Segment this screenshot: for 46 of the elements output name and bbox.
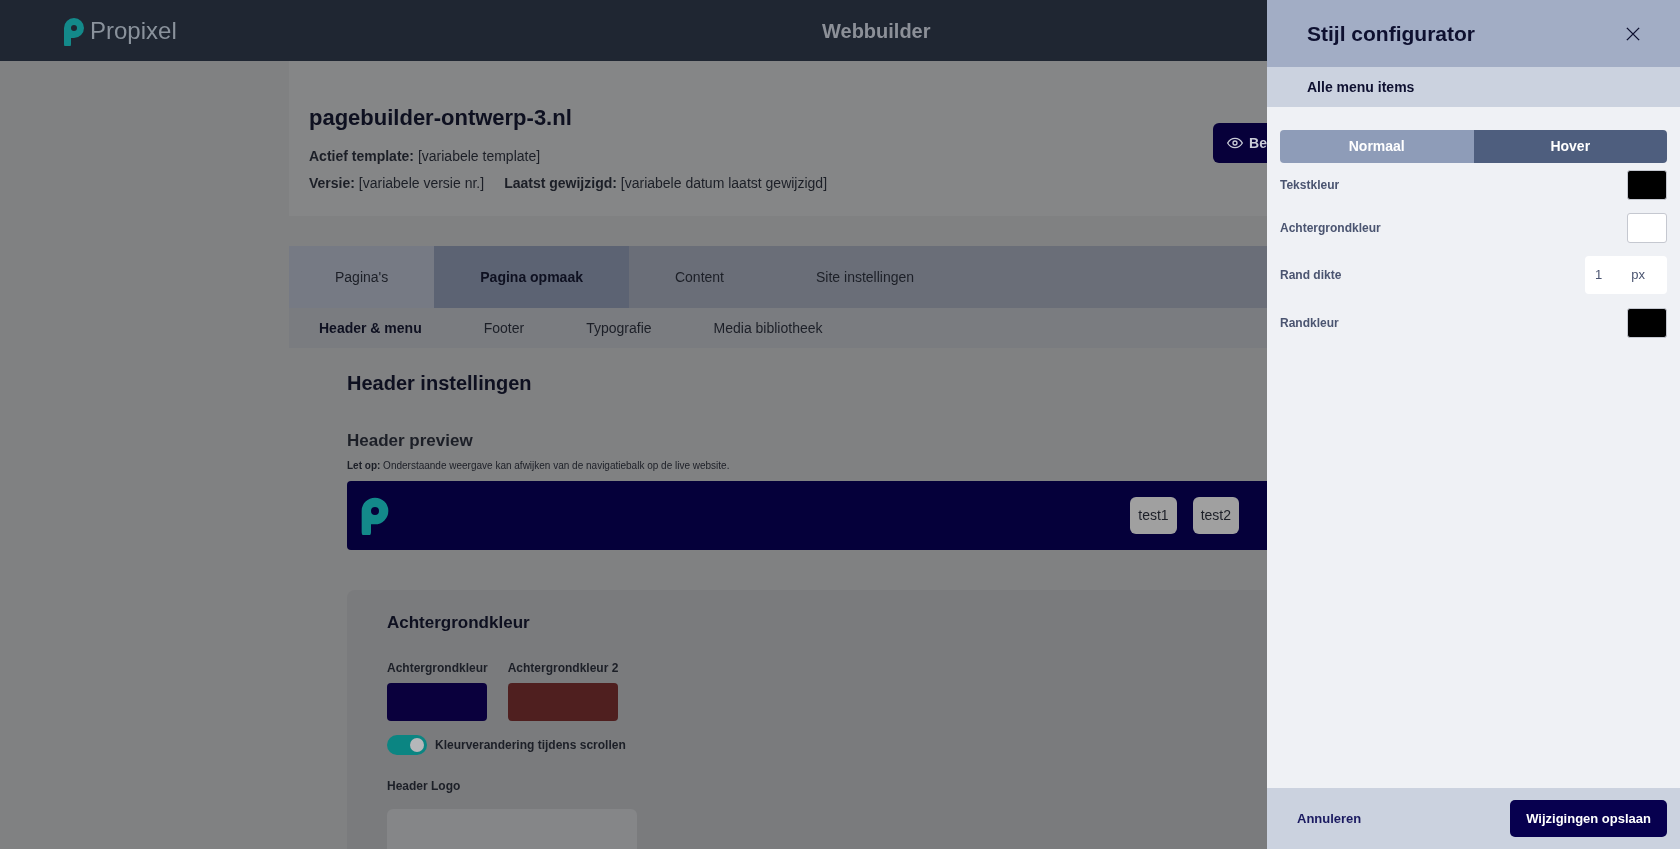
- setting-label: Achtergrondkleur: [1280, 219, 1381, 237]
- subtab[interactable]: Media bibliotheek: [713, 317, 823, 339]
- toggle-label: Kleurverandering tijdens scrollen: [435, 737, 626, 754]
- tab[interactable]: Site instellingen: [770, 246, 961, 308]
- section-title: Header instellingen: [347, 371, 533, 396]
- color-swatch[interactable]: [1627, 307, 1667, 338]
- panel-title: Stijl configurator: [1307, 20, 1475, 47]
- color-swatch[interactable]: [1627, 212, 1667, 243]
- preview-title: Header preview: [347, 430, 474, 452]
- brand-name: Propixel: [90, 15, 177, 46]
- swatch-label: Achtergrondkleur: [387, 660, 488, 677]
- preview-note: Let op: Onderstaande weergave kan afwijken van de navigatiebalk op de live website.: [347, 458, 731, 473]
- close-icon[interactable]: [1626, 26, 1640, 41]
- color-swatch[interactable]: [1627, 169, 1667, 200]
- modified-line: Laatst gewijzigd: [variabele datum laatst gewijzigd]: [504, 174, 828, 193]
- setting-label: Tekstkleur: [1280, 176, 1340, 194]
- tab[interactable]: Pagina opmaak: [434, 246, 629, 308]
- subtab[interactable]: Typografie: [586, 317, 652, 339]
- logo-icon: [359, 495, 391, 535]
- setting-label: Rand dikte: [1280, 267, 1342, 284]
- color-swatch[interactable]: [507, 683, 618, 721]
- number-field[interactable]: 1 px: [1585, 256, 1667, 294]
- tab[interactable]: Content: [628, 246, 770, 308]
- eye-icon: [1227, 135, 1244, 151]
- save-button[interactable]: Wijzigingen opslaan: [1510, 800, 1667, 837]
- site-name: pagebuilder-ontwerp-3.nl: [309, 104, 573, 132]
- version-line: Versie: [variabele versie nr.]: [309, 174, 485, 193]
- subtab[interactable]: Footer: [483, 317, 525, 339]
- cancel-button[interactable]: Annuleren: [1297, 808, 1362, 829]
- toggle-switch[interactable]: [387, 735, 427, 755]
- tab[interactable]: Pagina's: [289, 246, 435, 308]
- logo-label: Header Logo: [387, 778, 462, 795]
- menu-item[interactable]: test1: [1130, 496, 1177, 534]
- template-line: Actief template: [variabele template]: [309, 147, 542, 166]
- mode-tab[interactable]: Normaal: [1280, 130, 1474, 163]
- menu-item[interactable]: test2: [1192, 496, 1239, 534]
- color-swatch[interactable]: [387, 683, 487, 721]
- preview-button[interactable]: Be: [1213, 123, 1267, 163]
- app-title: Webbuilder: [822, 18, 931, 44]
- logo-icon: [62, 15, 86, 46]
- swatch-label: Achtergrondkleur 2: [507, 660, 619, 677]
- panel-subtitle: Alle menu items: [1307, 77, 1415, 97]
- card-title: Achtergrondkleur: [387, 611, 531, 634]
- mode-tab[interactable]: Hover: [1473, 130, 1667, 163]
- subtab[interactable]: Header & menu: [319, 317, 422, 339]
- setting-label: Randkleur: [1280, 314, 1339, 332]
